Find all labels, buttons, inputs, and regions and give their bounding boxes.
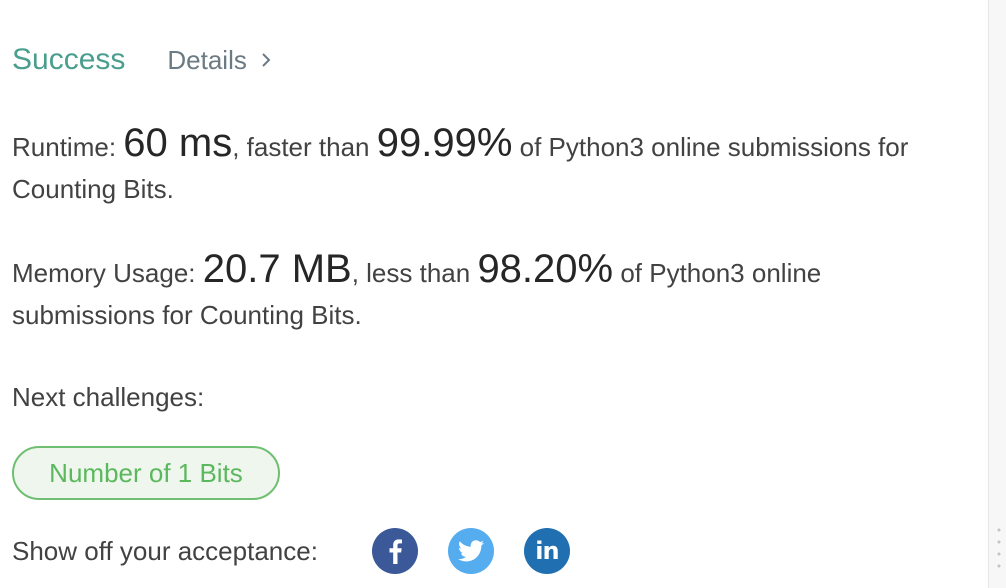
memory-problem: submissions for Counting Bits. xyxy=(12,300,362,330)
runtime-percent: 99.99% xyxy=(376,121,513,165)
chevron-right-icon xyxy=(262,53,271,67)
runtime-stats: Runtime: 60 ms, faster than 99.99% of Py… xyxy=(12,122,1002,210)
linkedin-share-button[interactable]: in xyxy=(523,528,570,574)
facebook-icon xyxy=(389,539,402,564)
runtime-value: 60 ms xyxy=(123,121,233,165)
memory-label: Memory Usage: xyxy=(12,258,203,288)
status-success: Success xyxy=(12,43,126,76)
memory-percent: 98.20% xyxy=(477,247,614,291)
submission-result-panel: Success Details Runtime: 60 ms, faster t… xyxy=(0,0,1006,588)
share-row: Show off your acceptance: in xyxy=(12,526,570,576)
runtime-comparison: , faster than xyxy=(232,132,377,162)
memory-comparison: , less than xyxy=(351,258,478,288)
twitter-share-button[interactable] xyxy=(447,528,494,574)
runtime-suffix: of Python3 online submissions for xyxy=(512,132,909,162)
memory-value: 20.7 MB xyxy=(202,247,352,291)
side-gutter xyxy=(989,0,1006,588)
drag-handle-icon[interactable] xyxy=(997,526,1001,570)
details-link[interactable]: Details xyxy=(167,40,271,80)
facebook-share-button[interactable] xyxy=(371,528,418,574)
result-header: Success Details xyxy=(12,40,271,80)
memory-suffix: of Python3 online xyxy=(613,258,822,288)
next-challenges-label: Next challenges: xyxy=(12,382,205,412)
challenge-number-of-1-bits[interactable]: Number of 1 Bits xyxy=(12,446,280,500)
share-label: Show off your acceptance: xyxy=(12,536,318,566)
details-label: Details xyxy=(167,45,247,75)
twitter-icon xyxy=(457,540,484,562)
runtime-label: Runtime: xyxy=(12,132,124,162)
linkedin-icon: in xyxy=(535,537,559,565)
runtime-problem: Counting Bits. xyxy=(12,174,174,204)
memory-stats: Memory Usage: 20.7 MB, less than 98.20% … xyxy=(12,248,1002,336)
